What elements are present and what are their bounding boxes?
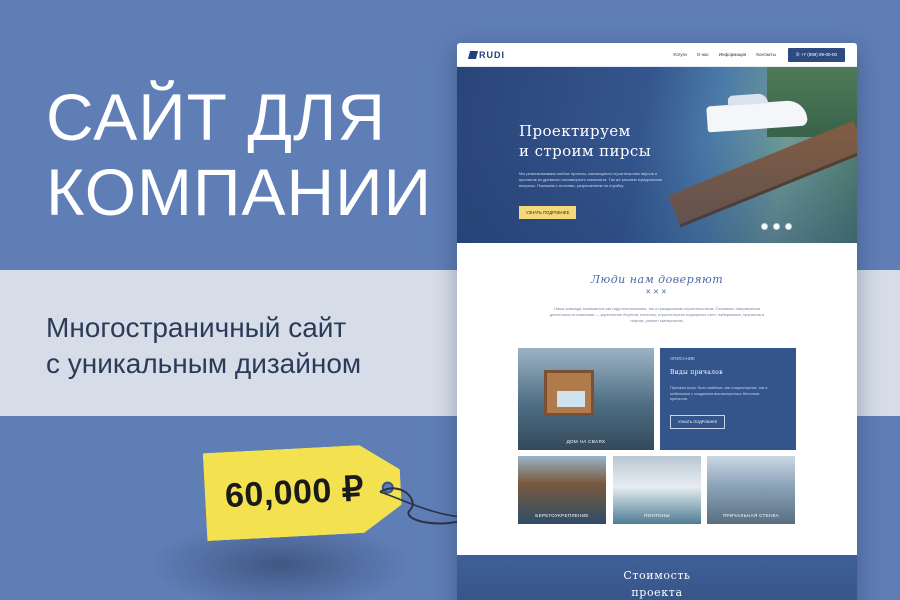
trust-section: Люди нам доверяют ✕✕✕ Наша команда заним… (457, 243, 857, 324)
slider-dots (761, 223, 792, 230)
card-label: БЕРЕГОУКРЕПЛЕНИЕ (535, 513, 589, 518)
phone-button[interactable]: ✆ +7 (999) 99-00-00 (787, 47, 845, 62)
desc-more-button[interactable]: УЗНАТЬ ПОДРОБНЕЕ (670, 414, 726, 429)
service-card-pontoons[interactable]: ПОНТОНЫ (613, 456, 701, 524)
cost-title-line-1: Стоимость (623, 569, 691, 582)
slider-dot[interactable] (761, 223, 768, 230)
trust-text: Наша команда занимается как гидротехниче… (549, 306, 765, 323)
water-overlay (457, 67, 857, 243)
nav-link[interactable]: Контакты (756, 52, 775, 57)
mock-nav-links: Услуги О нас Информация Контакты (673, 52, 776, 57)
cost-title: Стоимость проекта (457, 567, 857, 600)
hero-text: Мы реализовываем любые проекты, касающие… (519, 171, 663, 188)
cost-section: Стоимость проекта (457, 555, 857, 600)
desc-text: Причалы могут быть свайные, как стациона… (670, 386, 768, 401)
subtitle: Многостраничный сайт с уникальным дизайн… (46, 310, 361, 382)
house-image (544, 370, 594, 416)
card-label: ПРИЧАЛЬНАЯ СТЕНКА (722, 513, 780, 518)
desc-title: Виды причалов (670, 369, 723, 376)
logo-mark-icon (467, 50, 479, 59)
cost-title-line-2: проекта (631, 586, 683, 599)
service-card-wall[interactable]: ПРИЧАЛЬНАЯ СТЕНКА (707, 456, 795, 524)
price-label: 60,000 ₽ (224, 469, 365, 516)
hero-title-line-1: Проектируем (519, 122, 631, 140)
mock-nav: RUDI Услуги О нас Информация Контакты ✆ … (457, 43, 857, 67)
nav-link[interactable]: Информация (719, 52, 747, 57)
hero-title-line-2: и строим пирсы (519, 142, 652, 160)
hero-cta-button[interactable]: УЗНАТЬ ПОДРОБНЕЕ (519, 206, 577, 219)
ornament-icon: ✕✕✕ (645, 289, 669, 296)
headline: САЙТ ДЛЯ КОМПАНИИ (46, 80, 432, 230)
card-label: ПОНТОНЫ (644, 513, 670, 518)
subtitle-line-2: с уникальным дизайном (46, 348, 362, 379)
logo-text: RUDI (479, 49, 505, 60)
hero-title: Проектируем и строим пирсы (519, 121, 651, 161)
service-card-shore[interactable]: БЕРЕГОУКРЕПЛЕНИЕ (518, 456, 606, 524)
website-mockup: RUDI Услуги О нас Информация Контакты ✆ … (457, 43, 857, 600)
mock-logo[interactable]: RUDI (467, 49, 505, 60)
slider-dot[interactable] (773, 223, 780, 230)
description-card: ОПИСАНИЕ Виды причалов Причалы могут быт… (660, 348, 796, 450)
nav-link[interactable]: О нас (697, 52, 709, 57)
phone-number: +7 (999) 99-00-00 (800, 51, 837, 57)
card-label: ДОМ НА СВАЯХ (566, 439, 606, 444)
trust-title: Люди нам доверяют (590, 273, 724, 286)
headline-line-2: КОМПАНИИ (46, 155, 433, 229)
mock-hero: Проектируем и строим пирсы Мы реализовыв… (457, 67, 857, 243)
desc-eyebrow: ОПИСАНИЕ (670, 356, 695, 361)
subtitle-line-1: Многостраничный сайт (46, 312, 347, 343)
headline-line-1: САЙТ ДЛЯ (46, 80, 386, 154)
service-card-house[interactable]: ДОМ НА СВАЯХ (518, 348, 654, 450)
nav-link[interactable]: Услуги (673, 52, 687, 57)
slider-dot[interactable] (785, 223, 792, 230)
